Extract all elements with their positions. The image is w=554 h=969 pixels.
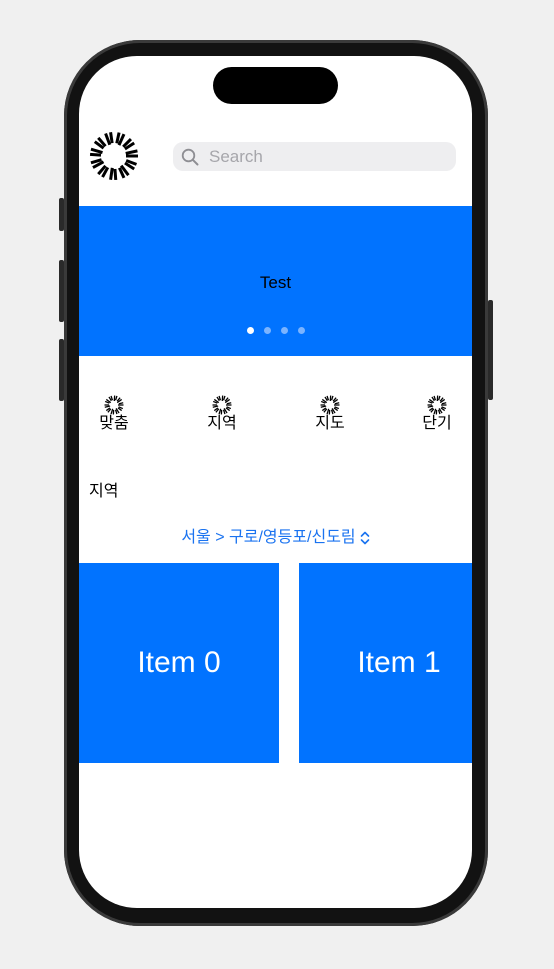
volume-up-button [59, 260, 64, 322]
page-dot[interactable] [263, 327, 271, 334]
page-dot[interactable] [280, 327, 288, 334]
category-custom[interactable]: 맞춤 [89, 395, 139, 434]
category-label: 단기 [422, 415, 452, 432]
loading-spinner-icon [104, 395, 124, 415]
section-title: 지역 [89, 483, 119, 500]
search-icon [181, 148, 199, 166]
item-card[interactable]: Item 0 [79, 563, 279, 763]
loading-spinner-icon [89, 132, 138, 181]
page-indicator[interactable] [79, 327, 472, 334]
banner-carousel[interactable]: Test [79, 206, 472, 356]
chevron-up-down-icon [360, 531, 369, 545]
item-card-label: Item 1 [357, 646, 441, 679]
page-dot[interactable] [246, 327, 254, 334]
category-region[interactable]: 지역 [197, 395, 247, 434]
dynamic-island [213, 67, 338, 104]
item-card[interactable]: Item 1 [299, 563, 472, 763]
loading-spinner-icon [320, 395, 340, 415]
action-button [59, 198, 64, 231]
page-dot[interactable] [297, 327, 305, 334]
category-label: 맞춤 [99, 415, 129, 432]
volume-down-button [59, 339, 64, 401]
region-selector-label: 서울 > 구로/영등포/신도림 [181, 529, 356, 546]
category-short-term[interactable]: 단기 [412, 395, 462, 434]
power-button [488, 300, 493, 400]
search-bar[interactable]: Search [173, 142, 456, 171]
category-label: 지역 [207, 415, 237, 432]
item-card-label: Item 0 [137, 646, 221, 679]
region-selector[interactable]: 서울 > 구로/영등포/신도림 [79, 528, 472, 548]
category-label: 지도 [315, 415, 345, 432]
search-input[interactable]: Search [209, 147, 263, 167]
banner-title: Test [259, 273, 292, 292]
loading-spinner-icon [427, 395, 447, 415]
category-map[interactable]: 지도 [305, 395, 355, 434]
loading-spinner-icon [212, 395, 232, 415]
app-screen: Search Test 맞춤 지역 지도 단기 지역 서울 > 구로/영등포/신… [79, 56, 472, 908]
